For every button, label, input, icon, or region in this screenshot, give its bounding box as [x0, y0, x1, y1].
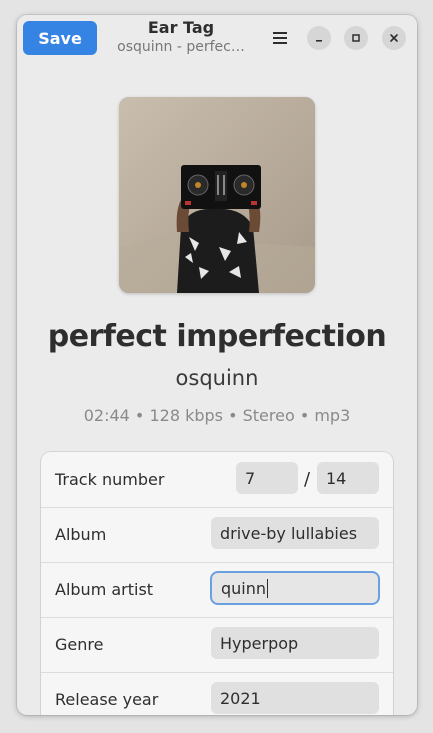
tag-fields-list: Track number 7 / 14 Album drive-by lulla…: [41, 452, 393, 715]
hamburger-menu-icon: [273, 32, 287, 44]
close-button[interactable]: [382, 26, 406, 50]
minimize-icon: [316, 40, 322, 42]
app-window: Save Ear Tag osquinn - perfec… perfect i…: [17, 15, 417, 715]
album-input[interactable]: drive-by lullabies: [211, 517, 379, 549]
window-title: Ear Tag: [147, 18, 215, 37]
text-caret: [267, 578, 269, 598]
genre-input[interactable]: Hyperpop: [211, 627, 379, 659]
save-button[interactable]: Save: [23, 21, 97, 55]
row-release-year: Release year 2021: [41, 672, 393, 715]
track-separator: /: [304, 469, 311, 490]
row-album-artist: Album artist quinn: [41, 562, 393, 618]
album-label: Album: [55, 525, 107, 544]
maximize-icon: [352, 34, 360, 42]
track-number-input[interactable]: 7: [236, 462, 298, 494]
row-album: Album drive-by lullabies: [41, 507, 393, 563]
song-artist: osquinn: [175, 366, 259, 390]
genre-label: Genre: [55, 635, 104, 654]
album-artist-input[interactable]: quinn: [212, 573, 378, 603]
row-track-number: Track number 7 / 14: [41, 452, 393, 508]
album-cover-art: [119, 97, 315, 293]
song-metadata: 02:44 • 128 kbps • Stereo • mp3: [83, 406, 351, 425]
song-title: perfect imperfection: [47, 319, 387, 354]
main-menu-button[interactable]: [265, 25, 295, 51]
album-artist-value: quinn: [221, 578, 267, 598]
header-bar: Save Ear Tag osquinn - perfec…: [17, 15, 417, 61]
main-content: perfect imperfection osquinn 02:44 • 128…: [17, 61, 417, 715]
window-subtitle: osquinn - perfec…: [117, 39, 245, 55]
minimize-button[interactable]: [307, 26, 331, 50]
close-icon: [390, 34, 398, 42]
track-number-label: Track number: [55, 470, 165, 489]
window-title-box: Ear Tag osquinn - perfec…: [111, 18, 251, 60]
release-year-input[interactable]: 2021: [211, 682, 379, 714]
maximize-button[interactable]: [344, 26, 368, 50]
track-total-input[interactable]: 14: [317, 462, 379, 494]
album-cover-image[interactable]: [119, 97, 315, 293]
album-artist-label: Album artist: [55, 580, 154, 599]
row-genre: Genre Hyperpop: [41, 617, 393, 673]
release-year-label: Release year: [55, 690, 159, 709]
